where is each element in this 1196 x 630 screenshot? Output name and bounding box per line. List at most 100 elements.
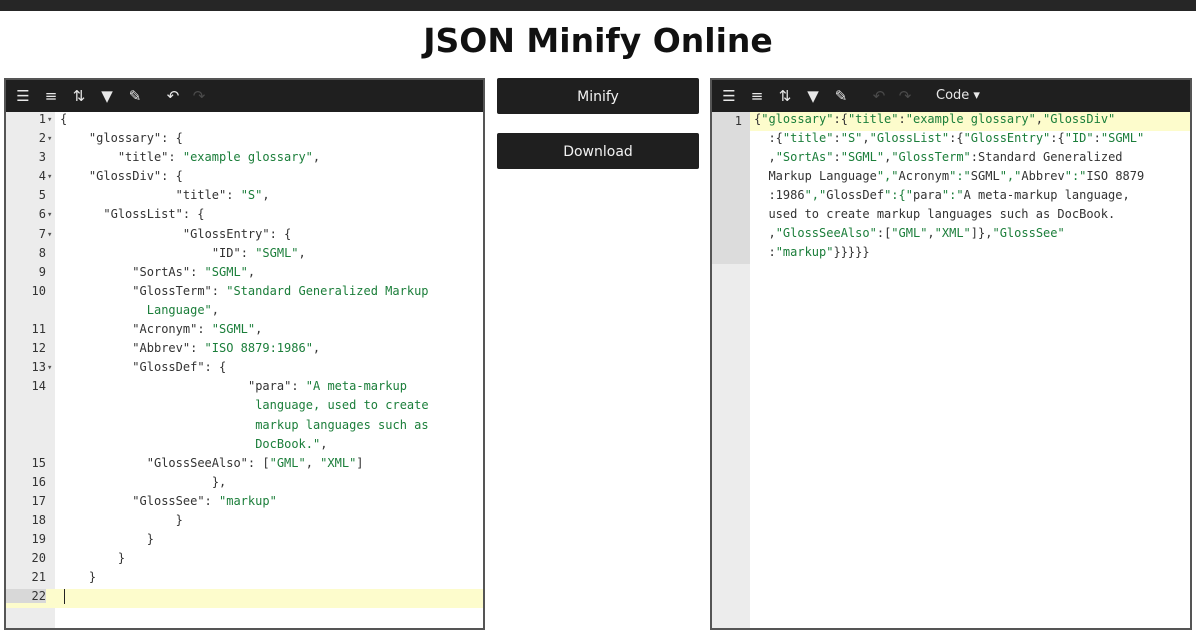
json-key: "GlossDiv" <box>88 169 162 184</box>
code-line[interactable]: 6 ▾ "GlossList": { <box>6 207 483 226</box>
json-punctuation: GlossDef <box>826 188 885 202</box>
json-key: "Acronym" <box>132 322 198 337</box>
fold-toggle-icon[interactable]: ▾ <box>47 360 52 377</box>
code-text: "GlossDef": { <box>132 360 226 374</box>
line-number: 15 <box>31 455 46 470</box>
download-button[interactable]: Download <box>497 133 699 169</box>
line-number: 2 <box>38 131 46 146</box>
code-line[interactable]: markup languages such as <box>6 418 483 437</box>
code-line[interactable]: 14 "para": "A meta-markup <box>6 379 483 398</box>
json-punctuation: Acronym <box>898 169 950 183</box>
compact-icon[interactable]: ≡ <box>42 87 60 105</box>
code-text: Language", <box>147 303 219 317</box>
json-string: "Standard Generalized Markup <box>226 283 429 298</box>
fold-toggle-icon[interactable]: ▾ <box>47 169 52 186</box>
code-line[interactable]: 9 "SortAs": "SGML", <box>6 265 483 284</box>
sort-icon[interactable]: ⇅ <box>776 87 794 105</box>
json-punctuation: used to create markup languages such as … <box>754 207 1116 221</box>
json-punctuation: : <box>291 379 306 394</box>
code-line[interactable]: language, used to create <box>6 398 483 417</box>
output-line: {"glossary":{"title":"example glossary",… <box>750 112 1190 131</box>
json-punctuation: A meta-markup language, <box>963 188 1130 202</box>
input-code-area[interactable]: 1 ▾{2 ▾ "glossary": {3 "title": "example glo… <box>6 112 483 609</box>
json-punctuation: , <box>305 455 321 470</box>
code-line[interactable]: 2 ▾ "glossary": { <box>6 131 483 150</box>
json-string: "," <box>876 169 899 183</box>
line-number: 21 <box>31 570 46 585</box>
json-string: "GlossTerm" <box>891 150 971 164</box>
code-line[interactable]: Language", <box>6 303 483 322</box>
code-line[interactable]: 21} <box>6 570 483 589</box>
code-line[interactable]: 13 ▾ "GlossDef": { <box>6 360 483 379</box>
undo-icon: ↶ <box>872 87 886 105</box>
json-string: ":{" <box>884 188 913 202</box>
code-line[interactable]: 5 "title": "S", <box>6 188 483 207</box>
code-line[interactable]: 19} <box>6 532 483 551</box>
compact-icon[interactable]: ≡ <box>748 87 766 105</box>
format-icon[interactable]: ☰ <box>720 87 738 105</box>
code-line[interactable]: 18} <box>6 513 483 532</box>
line-number: 10 <box>31 283 46 298</box>
code-line[interactable]: 7 ▾ "GlossEntry": { <box>6 227 483 246</box>
code-line[interactable]: 10 "GlossTerm": "Standard Generalized Mar… <box>6 284 483 303</box>
output-line: ,"GlossSeeAlso":["GML","XML"]},"GlossSee… <box>750 226 1190 245</box>
code-line[interactable]: 4 ▾ "GlossDiv": { <box>6 169 483 188</box>
line-number: 22 <box>6 589 46 604</box>
json-punctuation: } <box>117 551 126 566</box>
input-editor[interactable]: ☰ ≡ ⇅ ▼ ✎ ↶ ↷ 1 ▾{2 ▾ "glossary": {3 "title"… <box>4 78 485 630</box>
fold-toggle-icon[interactable]: ▾ <box>47 131 52 148</box>
mode-dropdown[interactable]: Code ▾ <box>936 86 980 106</box>
active-line-gutter <box>712 112 750 264</box>
line-number: 7 <box>38 226 46 241</box>
filter-icon[interactable]: ▼ <box>804 87 822 105</box>
json-punctuation: , <box>298 245 306 260</box>
json-string: "title" <box>847 112 899 126</box>
code-line[interactable]: DocBook.", <box>6 437 483 456</box>
repair-icon[interactable]: ✎ <box>832 87 850 105</box>
code-text: } <box>89 570 96 584</box>
json-key: "GlossSee" <box>132 493 205 508</box>
code-line[interactable]: 8 "ID": "SGML", <box>6 246 483 265</box>
code-line[interactable]: 11 "Acronym": "SGML", <box>6 322 483 341</box>
repair-icon[interactable]: ✎ <box>126 87 144 105</box>
json-punctuation: : <box>833 150 841 164</box>
sort-icon[interactable]: ⇅ <box>70 87 88 105</box>
json-string: ":" <box>1064 169 1087 183</box>
line-number: 12 <box>31 341 46 356</box>
json-key: "GlossSeeAlso" <box>146 455 248 470</box>
json-punctuation: : <box>754 245 776 259</box>
output-editor[interactable]: ☰ ≡ ⇅ ▼ ✎ ↶ ↷ Code ▾ 1 {"glossary":{"tit… <box>710 78 1192 630</box>
line-number: 19 <box>31 532 46 547</box>
json-punctuation: : { <box>269 226 292 241</box>
json-string: "XML" <box>320 455 357 470</box>
code-line[interactable]: 1 ▾ { <box>6 112 483 131</box>
code-line[interactable]: 3 "title": "example glossary", <box>6 150 483 169</box>
filter-icon[interactable]: ▼ <box>98 87 116 105</box>
line-number: 14 <box>31 379 46 394</box>
fold-toggle-icon[interactable]: ▾ <box>47 227 52 244</box>
json-string: language, used to create <box>255 398 429 413</box>
code-text: "GlossEntry": { <box>183 227 291 241</box>
line-number: 3 <box>38 150 46 165</box>
json-punctuation: { <box>60 112 68 126</box>
json-punctuation: : <box>898 112 906 126</box>
undo-icon[interactable]: ↶ <box>164 87 182 105</box>
format-icon[interactable]: ☰ <box>14 87 32 105</box>
output-code-area[interactable]: {"glossary":{"title":"example glossary",… <box>750 112 1190 264</box>
json-key: "glossary" <box>88 131 162 146</box>
code-line[interactable]: 22 <box>6 589 483 609</box>
json-string: "GML" <box>891 226 928 240</box>
code-line[interactable]: 15 "GlossSeeAlso": ["GML", "XML"] <box>6 456 483 475</box>
code-line[interactable]: 16}, <box>6 475 483 494</box>
json-punctuation: ISO 8879 <box>1086 169 1145 183</box>
fold-toggle-icon[interactable]: ▾ <box>47 207 52 224</box>
json-string: "SGML" <box>840 150 885 164</box>
line-number: 5 <box>38 188 46 203</box>
code-line[interactable]: 20} <box>6 551 483 570</box>
code-text: "GlossSeeAlso": ["GML", "XML"] <box>147 456 364 470</box>
fold-toggle-icon[interactable]: ▾ <box>47 112 52 129</box>
code-line[interactable]: 17 "GlossSee": "markup" <box>6 494 483 513</box>
json-string: ":" <box>941 188 964 202</box>
minify-button[interactable]: Minify <box>497 78 699 114</box>
code-line[interactable]: 12 "Abbrev": "ISO 8879:1986", <box>6 341 483 360</box>
